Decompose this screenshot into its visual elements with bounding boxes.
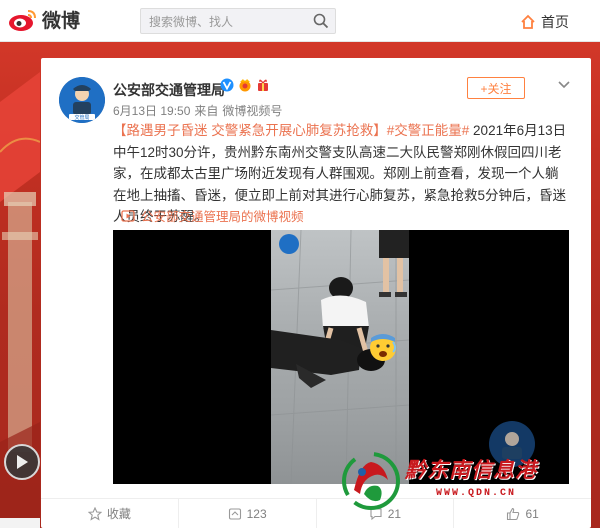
author-avatar[interactable]: 交管局 bbox=[59, 77, 105, 123]
video-link-text: 公安部交通管理局的微博视频 bbox=[141, 210, 304, 224]
author-name[interactable]: 公安部交通管理局 bbox=[113, 80, 225, 100]
bottom-strip bbox=[0, 518, 40, 528]
author-badges bbox=[220, 78, 270, 92]
logo-text: 微博 bbox=[42, 10, 81, 32]
verified-v-icon[interactable] bbox=[220, 78, 234, 92]
weibo-eye-icon bbox=[9, 9, 36, 31]
avatar-caption: 交管局 bbox=[74, 114, 89, 121]
repost-icon bbox=[228, 507, 241, 520]
watermark-title: 黔东南信息港 bbox=[405, 457, 537, 482]
chevron-down-icon[interactable] bbox=[556, 76, 572, 92]
play-button[interactable] bbox=[4, 444, 40, 480]
star-icon bbox=[87, 506, 102, 521]
post-source-prefix: 来自 bbox=[194, 104, 219, 118]
topic-hashtag[interactable]: #交警正能量# bbox=[387, 123, 470, 138]
top-navbar: 微博 首页 bbox=[0, 0, 600, 42]
post-meta: 6月13日 19:50 来自 微博视频号 bbox=[113, 102, 282, 119]
home-link[interactable]: 首页 bbox=[520, 12, 569, 32]
search-box bbox=[140, 8, 336, 34]
post-source[interactable]: 微博视频号 bbox=[222, 102, 282, 119]
weibo-logo[interactable]: 微博 bbox=[8, 6, 80, 33]
favorite-label: 收藏 bbox=[106, 507, 131, 521]
home-icon bbox=[521, 14, 535, 29]
watermark-url: WWW.QDN.CN bbox=[436, 488, 517, 499]
home-label: 首页 bbox=[541, 14, 569, 30]
play-icon bbox=[17, 455, 28, 469]
police-avatar-icon: 交管局 bbox=[59, 77, 105, 123]
repost-button[interactable]: 123 bbox=[179, 499, 317, 528]
cpr-scene-illustration bbox=[270, 230, 410, 484]
member-badge-icon[interactable] bbox=[237, 78, 253, 92]
search-input[interactable] bbox=[149, 13, 309, 31]
watermark-emblem-icon bbox=[342, 452, 400, 510]
post-date[interactable]: 6月13日 19:50 bbox=[113, 102, 190, 119]
follow-button[interactable]: +关注 bbox=[467, 77, 525, 99]
search-icon[interactable] bbox=[313, 13, 329, 29]
video-link-icon bbox=[121, 209, 135, 222]
video-player[interactable] bbox=[113, 230, 569, 484]
site-watermark: 黔东南信息港 WWW.QDN.CN bbox=[340, 448, 560, 518]
post-title[interactable]: 【路遇男子昏迷 交警紧急开展心肺复苏抢救】 bbox=[113, 123, 387, 138]
video-frame bbox=[270, 230, 410, 484]
favorite-button[interactable]: 收藏 bbox=[41, 499, 179, 528]
gift-badge-icon[interactable] bbox=[256, 78, 270, 92]
video-source-link[interactable]: 公安部交通管理局的微博视频 bbox=[121, 206, 304, 225]
repost-count: 123 bbox=[246, 506, 267, 521]
